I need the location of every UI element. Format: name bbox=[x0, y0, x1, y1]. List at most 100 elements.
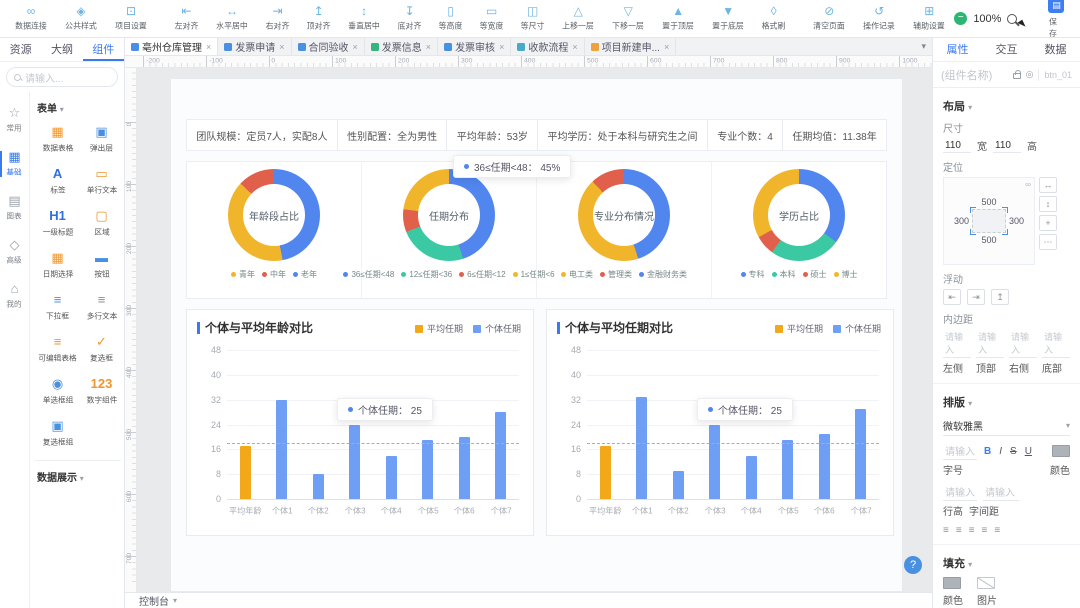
panel-tab[interactable]: 属性 bbox=[933, 38, 982, 61]
height-field[interactable]: 110 bbox=[993, 139, 1021, 153]
component-item[interactable]: 123 数字组件 bbox=[82, 375, 121, 406]
section-header[interactable]: 布局 ▾ bbox=[943, 98, 1070, 114]
toolbar-button[interactable]: ▭ 等宽度 bbox=[471, 5, 512, 32]
float-tool-button[interactable]: ⇥ bbox=[967, 289, 985, 305]
letter-spacing-field[interactable]: 请输入 bbox=[983, 483, 1019, 501]
component-item[interactable]: ≡ 多行文本 bbox=[82, 291, 121, 322]
padding-field[interactable]: 请输入 bbox=[976, 329, 1004, 358]
component-item[interactable]: ▬ 按钮 bbox=[82, 249, 121, 280]
padding-field[interactable]: 请输入 bbox=[1009, 329, 1037, 358]
component-item[interactable]: H1 一级标题 bbox=[35, 207, 80, 238]
page-tab[interactable]: 发票审核 × bbox=[438, 38, 511, 55]
component-item[interactable]: ◉ 单选框组 bbox=[35, 375, 80, 406]
close-icon[interactable]: × bbox=[353, 42, 358, 52]
category-rail-item[interactable]: ☆ 常用 bbox=[0, 106, 29, 134]
toolbar-button[interactable]: ⇤ 左对齐 bbox=[166, 5, 207, 32]
position-tool-button[interactable]: ↔ bbox=[1039, 177, 1057, 193]
toolbar-button[interactable]: ◫ 等尺寸 bbox=[512, 5, 553, 32]
toolbar-button[interactable]: ↺ 操作记录 bbox=[854, 5, 904, 32]
italic-button[interactable]: I bbox=[998, 446, 1003, 457]
page-tab[interactable]: 发票信息 × bbox=[365, 38, 438, 55]
font-family-select[interactable]: 微软雅黑▾ bbox=[943, 416, 1070, 436]
toolbar-button[interactable]: ∞ 数据连接 bbox=[6, 5, 56, 32]
component-item[interactable]: ✓ 复选框 bbox=[82, 333, 121, 364]
position-diagram[interactable]: ∞ 500 300 300 500 bbox=[943, 177, 1035, 265]
component-item[interactable]: ▢ 区域 bbox=[82, 207, 121, 238]
category-rail-item[interactable]: ▦ 基础 bbox=[0, 150, 29, 178]
link-icon[interactable]: ∞ bbox=[1025, 180, 1031, 189]
toolbar-button[interactable]: ▯ 等高度 bbox=[430, 5, 471, 32]
toolbar-button[interactable]: ⊡ 项目设置 bbox=[106, 5, 156, 32]
padding-field[interactable]: 请输入 bbox=[1042, 329, 1070, 358]
sidebar-tab[interactable]: 组件 bbox=[83, 38, 124, 61]
font-color-swatch[interactable] bbox=[1052, 445, 1070, 457]
page-tab[interactable]: 发票申请 × bbox=[218, 38, 291, 55]
action-button[interactable]: ▤ 保存 bbox=[1039, 0, 1073, 40]
component-item[interactable]: ▦ 数据表格 bbox=[35, 123, 80, 154]
toolbar-button[interactable]: ▲ 置于顶层 bbox=[653, 5, 703, 32]
component-item[interactable]: ▣ 复选框组 bbox=[35, 417, 80, 448]
panel-tab[interactable]: 交互 bbox=[982, 38, 1031, 61]
close-icon[interactable]: × bbox=[664, 42, 669, 52]
component-item[interactable]: ▦ 日期选择 bbox=[35, 249, 80, 280]
close-icon[interactable]: × bbox=[426, 42, 431, 52]
component-item[interactable]: A 标签 bbox=[35, 165, 80, 196]
section-header[interactable]: 排版 ▾ bbox=[943, 394, 1070, 410]
page-tab[interactable]: 收款流程 × bbox=[511, 38, 584, 55]
component-name-input[interactable]: (组件名称) bbox=[941, 67, 1008, 83]
close-icon[interactable]: × bbox=[206, 42, 211, 52]
category-rail-item[interactable]: ◇ 高级 bbox=[0, 238, 29, 266]
toolbar-button[interactable]: ◈ 公共样式 bbox=[56, 5, 106, 32]
section-header[interactable]: 表单 ▾ bbox=[37, 100, 121, 115]
component-item[interactable]: ▭ 单行文本 bbox=[82, 165, 121, 196]
font-size-field[interactable]: 请输入 bbox=[943, 442, 977, 460]
section-header[interactable]: 填充 ▾ bbox=[943, 555, 1070, 571]
help-button[interactable]: ? bbox=[904, 556, 922, 574]
width-field[interactable]: 110 bbox=[943, 139, 971, 153]
component-search-input[interactable]: 请输入... bbox=[6, 67, 118, 87]
toolbar-button[interactable]: ▼ 置于底层 bbox=[703, 5, 753, 32]
toolbar-button[interactable]: ↔ 水平居中 bbox=[207, 5, 257, 32]
component-item[interactable]: ≡ 可编辑表格 bbox=[35, 333, 80, 364]
toolbar-button[interactable]: ↥ 顶对齐 bbox=[298, 5, 339, 32]
toolbar-button[interactable]: ↧ 底对齐 bbox=[389, 5, 430, 32]
page-tab[interactable]: 合同验收 × bbox=[292, 38, 365, 55]
canvas-area[interactable]: 0100200300400500600700 团队规模：定员7人，实配8人性别配… bbox=[125, 68, 932, 592]
eye-icon[interactable]: ◎ bbox=[1026, 69, 1034, 80]
text-align-button[interactable]: ≡ bbox=[994, 525, 1000, 536]
toolbar-button[interactable]: ↕ 垂直居中 bbox=[339, 5, 389, 32]
zoom-out-icon[interactable]: − bbox=[954, 12, 967, 25]
toolbar-button[interactable]: ⊘ 清空页面 bbox=[804, 5, 854, 32]
section-header[interactable]: 数据展示 ▾ bbox=[35, 460, 121, 484]
text-align-button[interactable]: ≡ bbox=[956, 525, 962, 536]
position-tool-button[interactable]: ⋯ bbox=[1039, 234, 1057, 250]
toolbar-button[interactable]: ▽ 下移一层 bbox=[603, 5, 653, 32]
component-item[interactable]: ≡ 下拉框 bbox=[35, 291, 80, 322]
float-tool-button[interactable]: ↥ bbox=[991, 289, 1009, 305]
text-align-button[interactable]: ≡ bbox=[943, 525, 949, 536]
toolbar-button[interactable]: △ 上移一层 bbox=[553, 5, 603, 32]
float-tool-button[interactable]: ⇤ bbox=[943, 289, 961, 305]
fill-image-button[interactable] bbox=[977, 577, 995, 589]
page-tab[interactable]: 项目新建申... × bbox=[585, 38, 677, 55]
bold-button[interactable]: B bbox=[983, 446, 992, 457]
fill-color-swatch[interactable] bbox=[943, 577, 961, 589]
category-rail-item[interactable]: ⌂ 我的 bbox=[0, 282, 29, 310]
lock-icon[interactable] bbox=[1013, 73, 1021, 79]
page-tab[interactable]: 亳州仓库管理 × bbox=[125, 38, 218, 55]
panel-tab[interactable]: 数据 bbox=[1031, 38, 1080, 61]
toolbar-button[interactable]: ◊ 格式刷 bbox=[753, 5, 794, 32]
text-align-button[interactable]: ≡ bbox=[982, 525, 988, 536]
text-align-button[interactable]: ≡ bbox=[969, 525, 975, 536]
console-bar[interactable]: 控制台 ▾ bbox=[125, 592, 932, 608]
toolbar-button[interactable]: ⇥ 右对齐 bbox=[257, 5, 298, 32]
position-tool-button[interactable]: + bbox=[1039, 215, 1057, 231]
category-rail-item[interactable]: ▤ 图表 bbox=[0, 194, 29, 222]
dashboard-page[interactable]: 团队规模：定员7人，实配8人性别配置：全为男性平均年龄：53岁平均学历：处于本科… bbox=[170, 78, 903, 592]
close-icon[interactable]: × bbox=[279, 42, 284, 52]
position-tool-button[interactable]: ↕ bbox=[1039, 196, 1057, 212]
toolbar-button[interactable]: ⊞ 辅助设置 bbox=[904, 5, 954, 32]
line-height-field[interactable]: 请输入 bbox=[943, 483, 977, 501]
strikethrough-button[interactable]: S bbox=[1009, 446, 1018, 457]
component-item[interactable]: ▣ 弹出层 bbox=[82, 123, 121, 154]
